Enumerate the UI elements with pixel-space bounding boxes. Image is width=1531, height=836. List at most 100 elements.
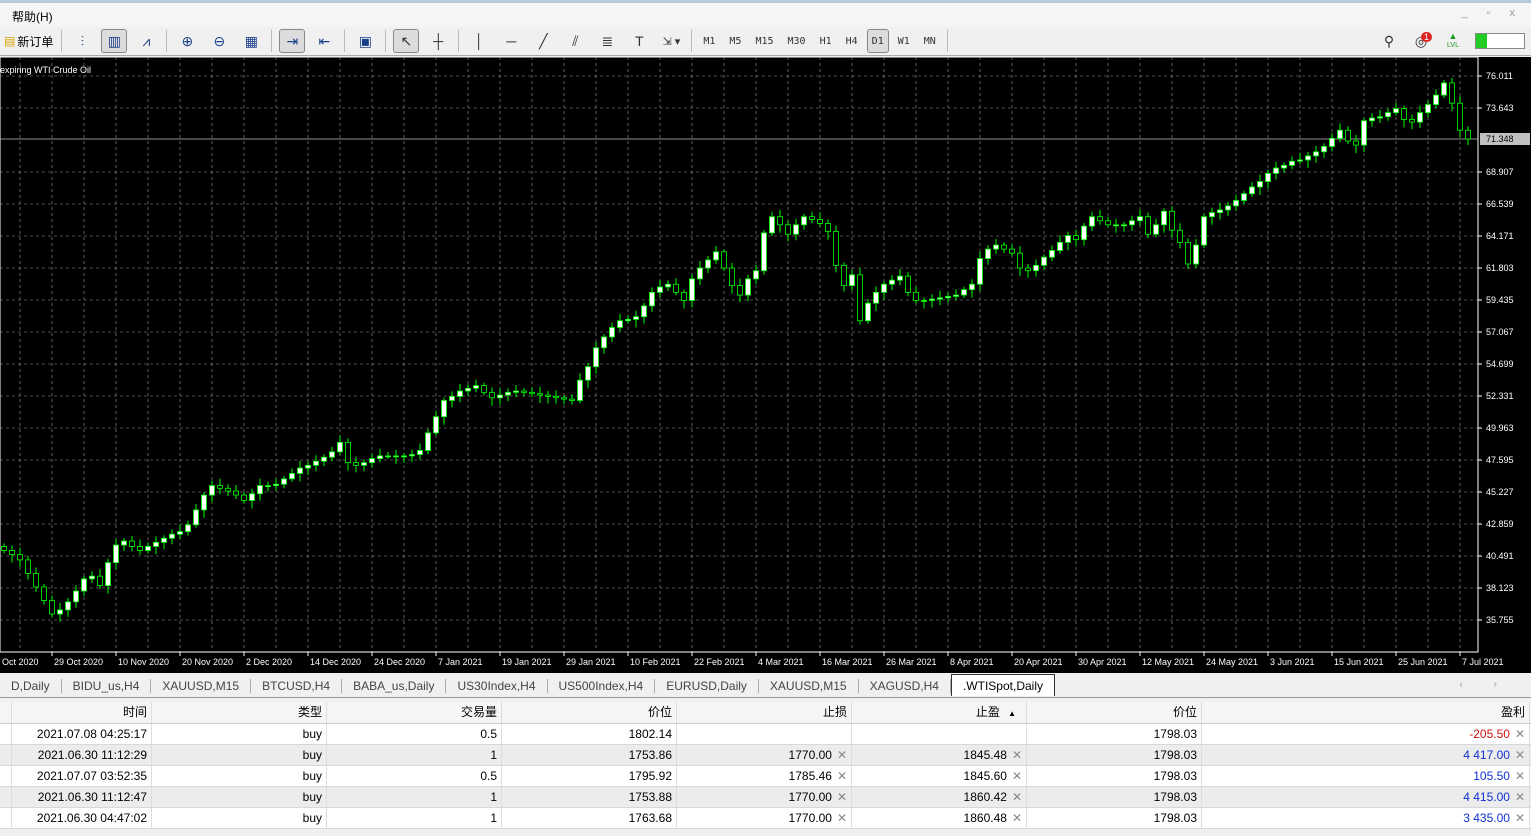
column-header[interactable]: 止盈 ▲ xyxy=(852,702,1027,723)
column-header[interactable]: 时间 xyxy=(12,702,152,723)
take-profit-cell[interactable]: 1845.48 ✕ xyxy=(852,745,1027,765)
close-icon[interactable]: ✕ xyxy=(1012,790,1022,804)
zoom-in-icon[interactable]: ⊕ xyxy=(174,29,200,53)
close-icon[interactable]: ✕ xyxy=(1012,811,1022,825)
column-header[interactable]: 交易量 xyxy=(327,702,502,723)
bull-candle xyxy=(1417,112,1423,123)
tab-scroll-arrows[interactable]: ‹ › xyxy=(1460,679,1511,690)
table-row[interactable]: 2021.07.08 04:25:17 buy 0.5 1802.14 1798.03-… xyxy=(0,724,1531,745)
timeframe-m5[interactable]: M5 xyxy=(724,29,746,53)
arrows-dropdown-icon[interactable]: ⇲ ▾ xyxy=(658,29,684,53)
bull-candle xyxy=(937,297,943,300)
notifications-icon[interactable]: ◎ 1 xyxy=(1408,29,1434,53)
chart-tab[interactable]: EURUSD,Daily xyxy=(655,678,759,693)
bull-candle xyxy=(505,391,511,396)
table-row[interactable]: 2021.06.30 11:12:47 buy 1 1753.88 1770.00 ✕ 18… xyxy=(0,787,1531,808)
take-profit-cell[interactable] xyxy=(852,724,1027,744)
fibonacci-icon[interactable]: ≣ xyxy=(594,29,620,53)
timeframe-m30[interactable]: M30 xyxy=(783,29,811,53)
bear-candle xyxy=(217,485,223,489)
close-icon[interactable]: ✕ xyxy=(1515,811,1525,825)
close-icon[interactable]: ✕ xyxy=(1515,727,1525,741)
bull-candle xyxy=(1329,137,1335,147)
bull-candle xyxy=(457,390,463,397)
chart-tab[interactable]: BIDU_us,H4 xyxy=(62,678,152,693)
bull-candle xyxy=(337,441,343,453)
type-cell: buy xyxy=(152,724,327,744)
close-icon[interactable]: ✕ xyxy=(837,811,847,825)
bull-candle xyxy=(1225,205,1231,211)
horizontal-line-icon[interactable]: ─ xyxy=(498,29,524,53)
stop-loss-cell[interactable]: 1770.00 ✕ xyxy=(677,745,852,765)
chart-tab[interactable]: XAGUSD,H4 xyxy=(859,678,951,693)
column-header[interactable]: 止损 xyxy=(677,702,852,723)
search-icon[interactable]: ⚲ xyxy=(1376,29,1402,53)
chart-tab[interactable]: US500Index,H4 xyxy=(548,678,656,693)
column-header[interactable]: 价位 xyxy=(502,702,677,723)
bull-candle xyxy=(65,601,71,611)
close-icon[interactable]: ✕ xyxy=(1515,769,1525,783)
bull-candle xyxy=(297,467,303,474)
bull-candle xyxy=(257,485,263,495)
timeframe-d1[interactable]: D1 xyxy=(866,29,889,53)
stop-loss-cell[interactable]: 1785.46 ✕ xyxy=(677,766,852,786)
table-row[interactable]: 2021.07.07 03:52:35 buy 0.5 1795.92 1785.46 ✕… xyxy=(0,766,1531,787)
close-icon[interactable]: ✕ xyxy=(1012,748,1022,762)
take-profit-cell[interactable]: 1845.60 ✕ xyxy=(852,766,1027,786)
tile-windows-icon[interactable]: ▦ xyxy=(238,29,264,53)
auto-scroll-icon[interactable]: ⇥ xyxy=(279,29,306,53)
bull-candle xyxy=(265,485,271,488)
chart-tab[interactable]: XAUUSD,M15 xyxy=(759,678,859,693)
stop-loss-cell[interactable]: 1770.00 ✕ xyxy=(677,808,852,828)
column-header[interactable]: 类型 xyxy=(152,702,327,723)
equidistant-channel-icon[interactable]: ⫽ xyxy=(562,29,588,53)
close-icon[interactable]: ✕ xyxy=(1012,769,1022,783)
timeframe-h1[interactable]: H1 xyxy=(815,29,837,53)
timeframe-m1[interactable]: M1 xyxy=(698,29,720,53)
table-row[interactable]: 2021.06.30 04:47:02 buy 1 1763.68 1770.00 ✕ 18… xyxy=(0,808,1531,829)
window-controls[interactable]: _ ▫ x xyxy=(1461,7,1523,19)
price-chart[interactable]: 76.011 73.643 68.907 66.539 64.171 61.803 59.4… xyxy=(0,57,1531,673)
column-header[interactable]: 盈利 xyxy=(1202,702,1530,723)
timeframe-mn[interactable]: MN xyxy=(919,29,941,53)
bull-candle xyxy=(793,224,799,235)
chart-tab[interactable]: .WTISpot,Daily xyxy=(950,673,1055,696)
close-icon[interactable]: ✕ xyxy=(837,790,847,804)
chart-tab[interactable]: US30Index,H4 xyxy=(446,678,548,693)
time-cell: 2021.07.07 03:52:35 xyxy=(12,766,152,786)
stop-loss-cell[interactable]: 1770.00 ✕ xyxy=(677,787,852,807)
close-icon[interactable]: ✕ xyxy=(837,748,847,762)
timeframe-h4[interactable]: H4 xyxy=(841,29,863,53)
chart-canvas[interactable]: 76.011 73.643 68.907 66.539 64.171 61.803 59.4… xyxy=(0,57,1531,673)
zoom-out-icon[interactable]: ⊖ xyxy=(206,29,232,53)
timeframe-m15[interactable]: M15 xyxy=(750,29,778,53)
chart-tab[interactable]: XAUUSD,M15 xyxy=(151,678,252,693)
trendline-icon[interactable]: ╱ xyxy=(530,29,556,53)
column-header[interactable]: 价位 xyxy=(1027,702,1202,723)
vertical-line-icon[interactable]: │ xyxy=(466,29,492,53)
take-profit-cell[interactable]: 1860.48 ✕ xyxy=(852,808,1027,828)
candlestick-chart-icon[interactable]: ▥ xyxy=(101,29,128,53)
level-icon[interactable]: ▲ LVL xyxy=(1440,29,1466,53)
bear-candle xyxy=(681,291,687,301)
take-profit-cell[interactable]: 1860.42 ✕ xyxy=(852,787,1027,807)
chart-tab[interactable]: BTCUSD,H4 xyxy=(251,678,343,693)
text-icon[interactable]: T xyxy=(626,29,652,53)
line-chart-icon[interactable]: ⩘ xyxy=(133,29,159,53)
crosshair-icon[interactable]: ┼ xyxy=(425,29,451,53)
chart-tab[interactable]: BABA_us,Daily xyxy=(342,678,447,693)
timeframe-w1[interactable]: W1 xyxy=(893,29,915,53)
close-icon[interactable]: ✕ xyxy=(837,769,847,783)
menu-help[interactable]: 帮助(H) xyxy=(12,8,53,25)
close-icon[interactable]: ✕ xyxy=(1515,790,1525,804)
table-row[interactable]: 2021.06.30 11:12:29 buy 1 1753.86 1770.00 ✕ 18… xyxy=(0,745,1531,766)
close-icon[interactable]: ✕ xyxy=(1515,748,1525,762)
new-order-button[interactable]: ▤ 新订单 xyxy=(3,29,54,53)
template-icon[interactable]: ▣ xyxy=(352,29,378,53)
stop-loss-cell[interactable] xyxy=(677,724,852,744)
chart-shift-icon[interactable]: ⇤ xyxy=(311,29,337,53)
bear-candle xyxy=(545,394,551,397)
bar-chart-icon[interactable]: ⫶ xyxy=(69,29,95,53)
cursor-icon[interactable]: ↖ xyxy=(393,29,420,53)
chart-tab[interactable]: D,Daily xyxy=(0,678,62,693)
